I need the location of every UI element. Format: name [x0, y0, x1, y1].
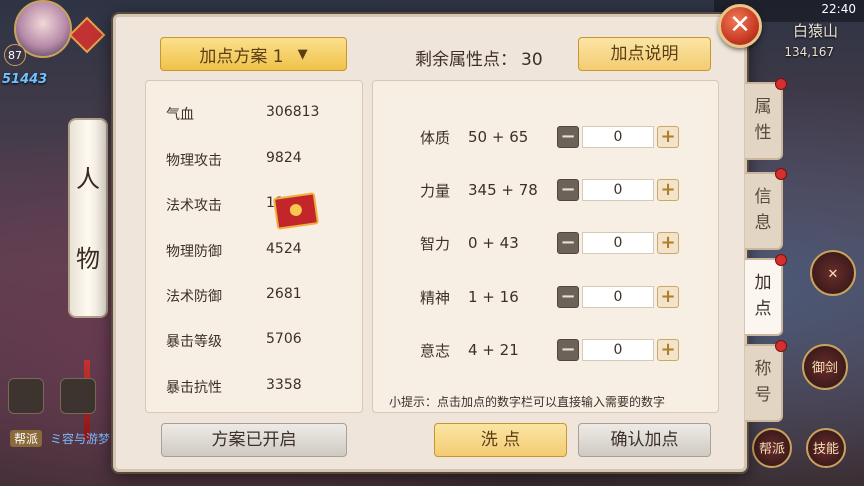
close-icon[interactable]: ✕	[718, 4, 762, 48]
combat-power: 51443	[2, 72, 48, 87]
notification-dot	[775, 168, 787, 180]
red-envelope-icon[interactable]	[272, 192, 320, 230]
side-tab[interactable]: 信 息	[745, 168, 787, 250]
stat-row: 暴击抗性 3358	[166, 377, 302, 397]
attribute-name: 智力	[420, 234, 451, 253]
stat-row: 法术防御 2681	[166, 286, 302, 306]
plus-icon[interactable]: +	[657, 232, 679, 254]
remaining-points: 剩余属性点： 30	[415, 45, 543, 70]
stat-row: 法术攻击18	[166, 195, 284, 215]
stat-label: 暴击抗性	[166, 380, 222, 396]
attribute-row: 精神 1 + 16	[420, 285, 556, 309]
attribute-name: 意志	[420, 341, 451, 360]
wash-points-button[interactable]: 洗 点	[434, 423, 567, 457]
attribute-value: 0 + 43	[468, 234, 519, 252]
stat-value: 4524	[266, 241, 302, 257]
attribute-name: 精神	[420, 288, 451, 307]
minus-icon[interactable]: −	[557, 339, 579, 361]
side-tab[interactable]: 属 性	[745, 78, 787, 160]
plus-icon[interactable]: +	[657, 339, 679, 361]
stat-label: 气血	[166, 107, 194, 123]
attribute-row: 体质 50 + 65	[420, 125, 556, 149]
stat-value: 2681	[266, 286, 302, 302]
stat-value: 3358	[266, 377, 302, 393]
chat-line[interactable]: ミ容与游梦	[50, 430, 110, 447]
scroll-char-1: 人	[76, 165, 100, 193]
stat-label: 法术攻击	[166, 198, 222, 214]
skills-button-label: 技能	[812, 442, 839, 457]
character-scroll-button[interactable]: 人 物	[68, 118, 108, 318]
stat-row: 物理攻击 9824	[166, 150, 302, 170]
chevron-down-icon: ▼	[297, 46, 308, 62]
guild-button[interactable]: 帮派	[752, 428, 792, 468]
points-input[interactable]: 0	[582, 232, 654, 254]
attribute-row: 智力 0 + 43	[420, 231, 556, 255]
minus-icon[interactable]: −	[557, 126, 579, 148]
remaining-value: 30	[521, 50, 543, 70]
minus-icon[interactable]: −	[557, 286, 579, 308]
map-coords: 134,167	[784, 45, 834, 59]
minus-icon[interactable]: −	[557, 179, 579, 201]
side-tab[interactable]: 称 号	[745, 340, 787, 422]
attribute-value: 1 + 16	[468, 288, 519, 306]
scheme-enabled-button[interactable]: 方案已开启	[161, 423, 347, 457]
confirm-points-button[interactable]: 确认加点	[578, 423, 711, 457]
stat-value: 9824	[266, 150, 302, 166]
side-tab-label: 称 号	[754, 359, 772, 405]
scroll-char-2: 物	[76, 245, 100, 273]
stat-row: 气血 306813	[166, 104, 319, 124]
map-location[interactable]: 白猿山	[793, 20, 838, 41]
remaining-label: 剩余属性点：	[415, 50, 517, 70]
side-tab-label: 加 点	[754, 273, 772, 319]
stat-value: 5706	[266, 331, 302, 347]
close-side-icon[interactable]: ✕	[810, 250, 856, 296]
stat-value: 306813	[266, 104, 320, 120]
stat-label: 物理攻击	[166, 153, 222, 169]
attribute-value: 50 + 65	[468, 128, 529, 146]
stat-label: 法术防御	[166, 289, 222, 305]
sword-skill-label: 御剑	[811, 361, 838, 376]
plus-icon[interactable]: +	[657, 286, 679, 308]
sword-skill-button[interactable]: 御剑	[802, 344, 848, 390]
stat-label: 暴击等级	[166, 334, 222, 350]
points-input[interactable]: 0	[582, 126, 654, 148]
attribute-value: 345 + 78	[468, 181, 538, 199]
guild-chat-tag: 帮派	[10, 430, 43, 447]
notification-dot	[775, 340, 787, 352]
attribute-row: 意志 4 + 21	[420, 338, 556, 362]
side-tab[interactable]: 加 点	[745, 254, 787, 336]
points-input[interactable]: 0	[582, 339, 654, 361]
side-tab-label: 属 性	[754, 97, 772, 143]
notification-dot	[775, 254, 787, 266]
attribute-name: 体质	[420, 128, 451, 147]
chat-icon[interactable]	[60, 378, 96, 414]
points-input[interactable]: 0	[582, 179, 654, 201]
tip-text: 小提示：点击加点的数字栏可以直接输入需要的数字	[389, 395, 666, 409]
scheme-label: 加点方案 1	[199, 46, 284, 67]
player-level: 87	[4, 44, 26, 66]
clock: 22:40	[821, 2, 856, 16]
stat-label: 物理防御	[166, 244, 222, 260]
skills-button[interactable]: 技能	[806, 428, 846, 468]
stat-row: 暴击等级 5706	[166, 331, 302, 351]
guild-button-label: 帮派	[758, 442, 785, 457]
attribute-row: 力量 345 + 78	[420, 178, 556, 202]
attribute-name: 力量	[420, 181, 451, 200]
points-input[interactable]: 0	[582, 286, 654, 308]
attribute-value: 4 + 21	[468, 341, 519, 359]
plus-icon[interactable]: +	[657, 179, 679, 201]
notification-dot	[775, 78, 787, 90]
explain-button[interactable]: 加点说明	[578, 37, 711, 71]
scheme-dropdown[interactable]: 加点方案 1 ▼	[160, 37, 347, 71]
friends-icon[interactable]	[8, 378, 44, 414]
side-tab-label: 信 息	[754, 187, 772, 233]
plus-icon[interactable]: +	[657, 126, 679, 148]
stat-row: 物理防御 4524	[166, 241, 302, 261]
minus-icon[interactable]: −	[557, 232, 579, 254]
